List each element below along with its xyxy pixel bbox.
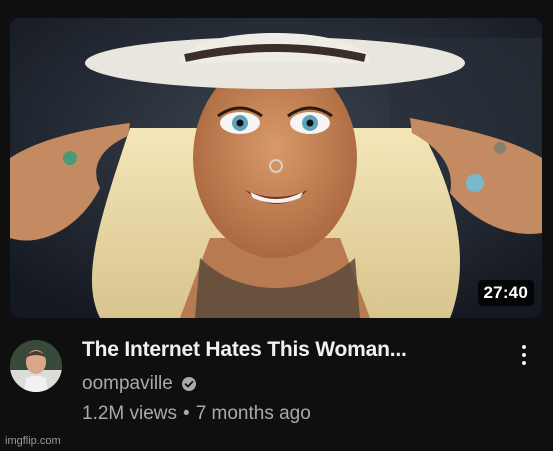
verified-check-icon xyxy=(181,377,196,391)
channel-avatar[interactable] xyxy=(10,340,62,392)
video-metadata: The Internet Hates This Woman... oompavi… xyxy=(10,336,542,436)
channel-row: oompaville xyxy=(82,372,502,396)
menu-dot xyxy=(522,345,526,349)
more-vert-icon[interactable] xyxy=(512,340,536,370)
view-count: 1.2M views xyxy=(82,403,178,424)
channel-name[interactable]: oompaville xyxy=(82,372,173,396)
video-title[interactable]: The Internet Hates This Woman... xyxy=(82,336,502,364)
watermark: imgflip.com xyxy=(5,435,61,447)
menu-dot xyxy=(522,361,526,365)
video-text: The Internet Hates This Woman... oompavi… xyxy=(82,336,502,426)
avatar-image xyxy=(10,340,62,392)
video-thumbnail[interactable]: 27:40 xyxy=(10,18,542,318)
publish-date: 7 months ago xyxy=(195,403,311,424)
video-stats: 1.2M views • 7 months ago xyxy=(82,402,502,426)
duration-badge: 27:40 xyxy=(477,280,534,306)
thumbnail-image xyxy=(10,18,542,318)
menu-dot xyxy=(522,353,526,357)
video-card: 27:40 The Internet Hates This Woman... o… xyxy=(0,0,553,451)
separator-dot: • xyxy=(183,403,190,424)
